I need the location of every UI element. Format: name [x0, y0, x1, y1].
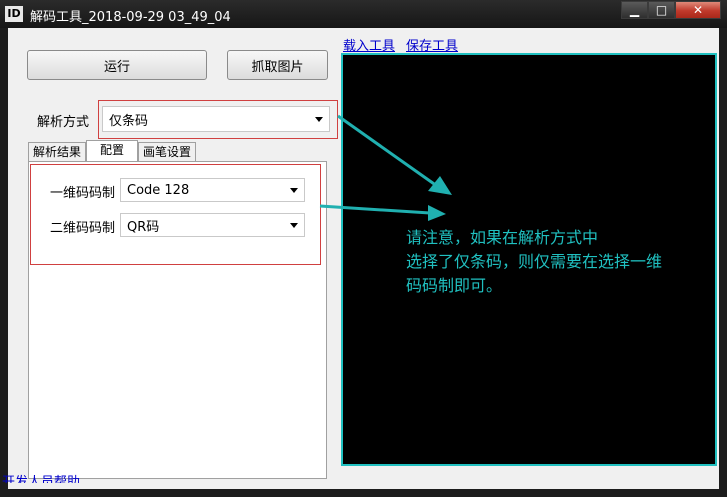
app-window: ID 解码工具_2018-09-29 03_49_04 ▁ □ ✕ 运行 抓取图…: [0, 0, 727, 497]
capture-image-button[interactable]: 抓取图片: [227, 50, 328, 80]
app-icon: ID: [5, 6, 23, 22]
barcode-1d-label: 一维码码制: [50, 186, 116, 201]
parse-mode-select[interactable]: 仅条码: [102, 106, 330, 132]
window-controls: ▁ □ ✕: [621, 1, 721, 20]
client-area: 运行 抓取图片 载入工具 保存工具 解析方式 仅条码 解析结果 配置 画笔设置 …: [2, 28, 719, 489]
run-button[interactable]: 运行: [27, 50, 207, 80]
minimize-button[interactable]: ▁: [621, 1, 648, 19]
close-button[interactable]: ✕: [675, 1, 721, 19]
barcode-1d-value: Code 128: [127, 182, 190, 198]
maximize-button[interactable]: □: [648, 1, 675, 19]
note-line: 码码制即可。: [406, 276, 503, 295]
note-line: 选择了仅条码，则仅需要在选择一维: [406, 252, 663, 271]
developer-help-link[interactable]: 开发人员帮助: [2, 471, 80, 483]
save-tool-link[interactable]: 保存工具: [406, 35, 458, 54]
chevron-down-icon: [290, 223, 298, 228]
barcode-1d-select[interactable]: Code 128: [120, 178, 305, 202]
window-title: 解码工具_2018-09-29 03_49_04: [30, 10, 231, 25]
annotation-note: 请注意，如果在解析方式中 选择了仅条码，则仅需要在选择一维 码码制即可。: [406, 226, 662, 298]
tab-config[interactable]: 配置: [86, 140, 138, 162]
tab-pen-settings[interactable]: 画笔设置: [138, 142, 196, 162]
parse-mode-value: 仅条码: [109, 113, 149, 129]
note-line: 请注意，如果在解析方式中: [406, 228, 599, 247]
chevron-down-icon: [290, 188, 298, 193]
barcode-2d-value: QR码: [127, 219, 160, 235]
barcode-2d-label: 二维码码制: [50, 221, 116, 236]
barcode-2d-select[interactable]: QR码: [120, 213, 305, 237]
parse-mode-label: 解析方式: [37, 115, 90, 130]
title-bar[interactable]: ID 解码工具_2018-09-29 03_49_04 ▁ □ ✕: [0, 0, 727, 28]
chevron-down-icon: [315, 117, 323, 122]
load-tool-link[interactable]: 载入工具: [343, 35, 395, 54]
tab-parse-result[interactable]: 解析结果: [28, 142, 86, 162]
